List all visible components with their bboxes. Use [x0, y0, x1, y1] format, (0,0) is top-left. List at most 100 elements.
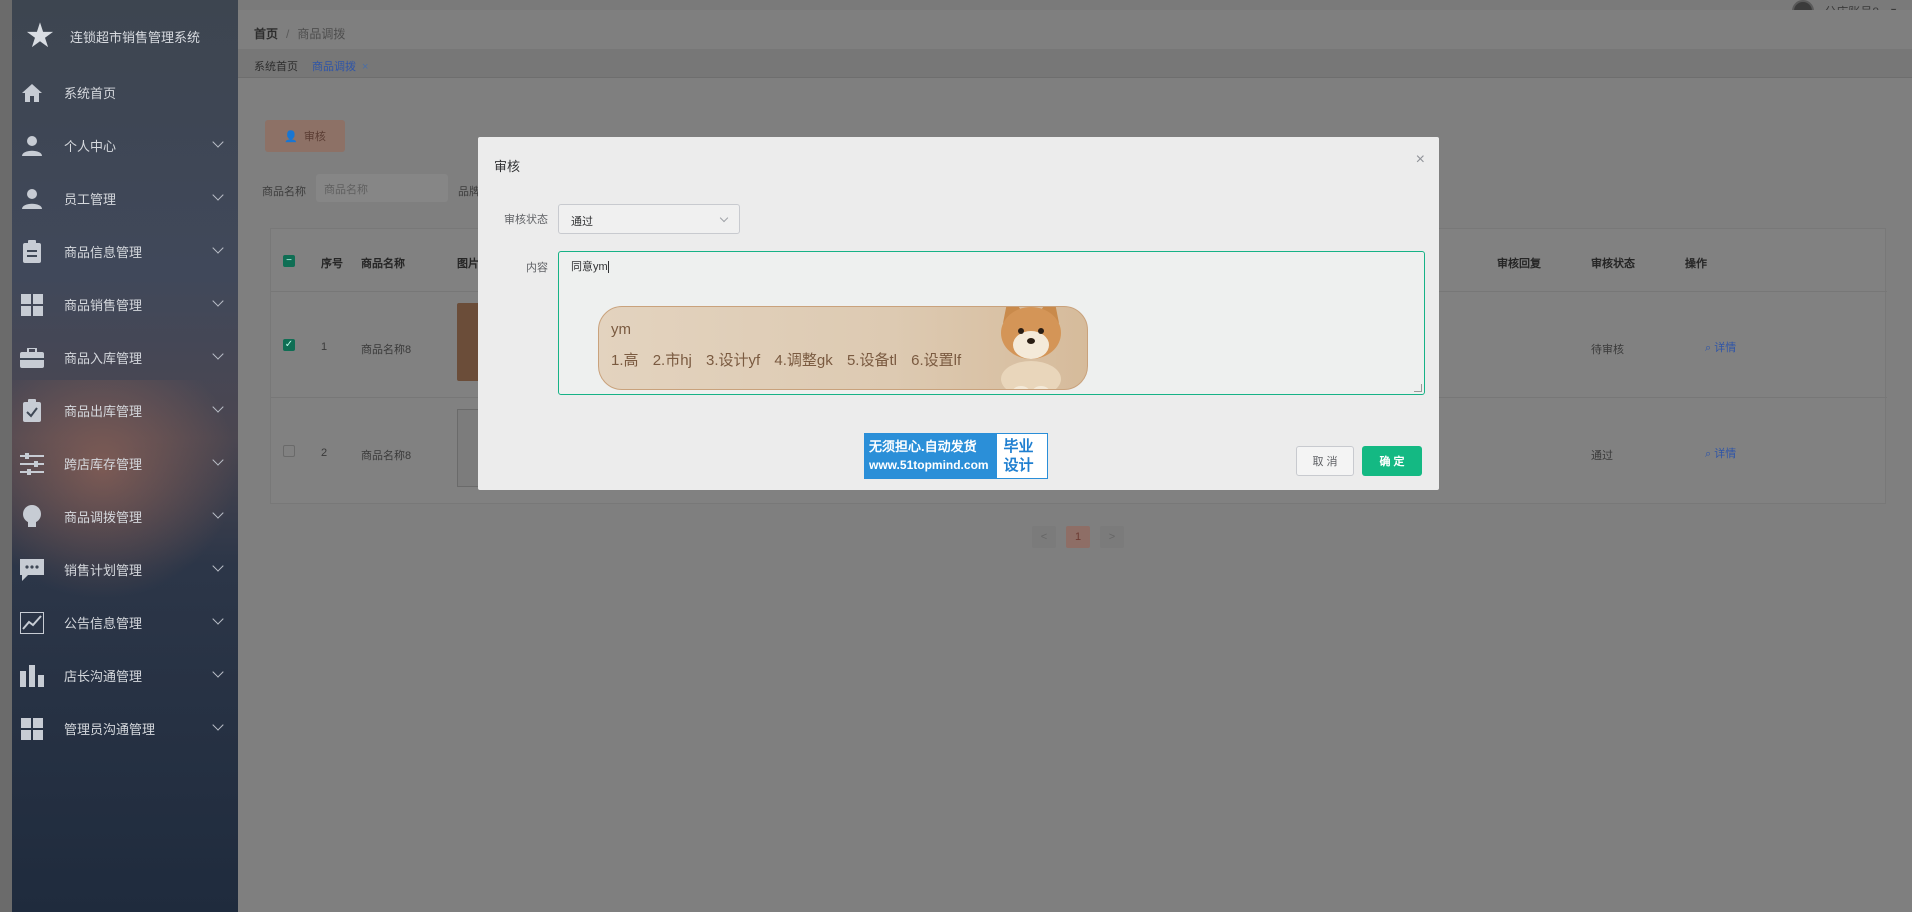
watermark-banner: 无须担心.自动发货 www.51topmind.com 毕业 设计: [864, 433, 1048, 479]
sidebar-item-cross-store-stock[interactable]: 跨店库存管理: [12, 437, 238, 490]
home-icon: [20, 81, 44, 105]
row-index: 1: [321, 341, 328, 353]
chevron-down-icon: [212, 295, 224, 307]
sidebar-item-transfer[interactable]: 商品调拨管理: [12, 490, 238, 543]
search-name-input[interactable]: 商品名称: [316, 174, 448, 202]
sidebar-item-admin-comm[interactable]: 管理员沟通管理: [12, 702, 238, 755]
trend-icon: [20, 611, 44, 635]
ime-candidate[interactable]: 1.高: [611, 352, 639, 369]
brand: ★ 连锁超市销售管理系统: [20, 14, 200, 58]
close-icon[interactable]: ×: [1416, 151, 1425, 169]
sidebar-item-sales-plan[interactable]: 销售计划管理: [12, 543, 238, 596]
sidebar-item-stock-in[interactable]: 商品入库管理: [12, 331, 238, 384]
tag-current-label: 商品调拨: [312, 61, 356, 73]
sidebar-item-personal-center[interactable]: 个人中心: [12, 119, 238, 172]
chevron-down-icon: [212, 454, 224, 466]
banner-right-line1: 毕业: [1003, 438, 1034, 455]
row-name: 商品名称8: [361, 344, 412, 356]
person-icon: 👤: [284, 130, 298, 143]
chevron-down-icon: [212, 666, 224, 678]
sidebar-item-label: 店长沟通管理: [64, 669, 143, 684]
audit-button-label: 审核: [303, 131, 326, 143]
banner-line1: 无须担心.自动发货: [869, 439, 977, 454]
cancel-button[interactable]: 取 消: [1296, 446, 1354, 476]
header-index: 序号: [321, 258, 343, 270]
resize-handle[interactable]: [1414, 384, 1422, 392]
row-checkbox[interactable]: ✓: [283, 339, 295, 351]
sidebar-item-announcement[interactable]: 公告信息管理: [12, 596, 238, 649]
pagination-prev[interactable]: <: [1032, 526, 1056, 548]
window-left-edge: [0, 0, 12, 912]
pagination-next[interactable]: >: [1100, 526, 1124, 548]
sidebar-item-label: 公告信息管理: [64, 616, 143, 631]
select-all-checkbox[interactable]: −: [283, 255, 295, 267]
ime-candidate[interactable]: 3.设计yf: [706, 352, 760, 369]
clipboard-check-icon: [20, 398, 44, 423]
chevron-down-icon: [212, 189, 224, 201]
detail-link[interactable]: ⌕ 详情: [1705, 445, 1736, 461]
sidebar-item-staff[interactable]: 员工管理: [12, 172, 238, 225]
sidebar-item-product-info[interactable]: 商品信息管理: [12, 225, 238, 278]
header-status: 审核状态: [1591, 258, 1635, 270]
tag-home[interactable]: 系统首页: [254, 58, 298, 74]
content-label: 内容: [526, 262, 548, 274]
chat-icon: [20, 558, 44, 582]
sidebar-item-product-sales[interactable]: 商品销售管理: [12, 278, 238, 331]
sidebar-item-label: 商品信息管理: [64, 245, 143, 260]
header-action: 操作: [1685, 258, 1707, 270]
ime-candidate[interactable]: 4.调整gk: [774, 352, 832, 369]
ime-candidate[interactable]: 6.设置lf: [911, 352, 961, 369]
person-icon: [20, 134, 44, 158]
app-title: 连锁超市销售管理系统: [70, 29, 201, 45]
sidebar-item-label: 系统首页: [64, 86, 117, 101]
status-select[interactable]: 通过: [558, 204, 740, 234]
person-icon: [20, 187, 44, 211]
detail-link-label: 详情: [1714, 448, 1737, 460]
sidebar-item-label: 销售计划管理: [64, 563, 143, 578]
ime-candidate[interactable]: 2.市hj: [653, 352, 692, 369]
sidebar-item-label: 跨店库存管理: [64, 457, 143, 472]
chevron-down-icon: [212, 719, 224, 731]
pagination-page-1[interactable]: 1: [1066, 526, 1090, 548]
content-text: 同意ym: [571, 261, 608, 273]
tag-current[interactable]: 商品调拨 ×: [312, 58, 368, 74]
sidebar-item-label: 管理员沟通管理: [64, 722, 156, 737]
breadcrumb-home[interactable]: 首页: [254, 27, 278, 41]
text-cursor: [607, 261, 609, 273]
topbar: 首页 / 商品调拨: [238, 10, 1912, 50]
banner-line2: www.51topmind.com: [869, 458, 989, 472]
sidebar-item-label: 商品入库管理: [64, 351, 143, 366]
chevron-down-icon: [212, 136, 224, 148]
sidebar-item-stock-out[interactable]: 商品出库管理: [12, 384, 238, 437]
dialog-title: 审核: [494, 159, 521, 174]
top-strip: [238, 0, 1912, 10]
search-name-label: 商品名称: [262, 186, 306, 198]
ime-candidate[interactable]: 5.设备tl: [847, 352, 897, 369]
breadcrumb-separator: /: [286, 27, 290, 41]
sidebar-item-label: 商品出库管理: [64, 404, 143, 419]
audit-button[interactable]: 👤 审核: [265, 120, 345, 152]
close-icon[interactable]: ×: [362, 61, 368, 73]
sidebar-item-manager-comm[interactable]: 店长沟通管理: [12, 649, 238, 702]
status-label: 审核状态: [504, 214, 548, 226]
banner-left: 无须担心.自动发货 www.51topmind.com: [865, 434, 998, 478]
grid-icon: [20, 717, 44, 741]
chevron-down-icon: [212, 560, 224, 572]
status-select-value: 通过: [571, 216, 593, 228]
sidebar-item-label: 商品调拨管理: [64, 510, 143, 525]
sidebar-item-home[interactable]: 系统首页: [12, 66, 238, 119]
chevron-down-icon: [212, 242, 224, 254]
row-checkbox[interactable]: [283, 445, 295, 457]
shiba-dog-illustration: [1001, 307, 1061, 389]
confirm-button[interactable]: 确 定: [1362, 446, 1422, 476]
header-name: 商品名称: [361, 258, 405, 270]
sidebar-menu: 系统首页 个人中心 员工管理 商品信息管理 商品销售管理 商品入库管理 商品出库…: [12, 66, 238, 755]
chevron-down-icon: [212, 507, 224, 519]
row-index: 2: [321, 447, 328, 459]
sidebar-item-label: 商品销售管理: [64, 298, 143, 313]
banner-right: 毕业 设计: [997, 434, 1047, 478]
bulb-icon: [20, 504, 44, 529]
sidebar-item-label: 个人中心: [64, 139, 117, 154]
detail-link[interactable]: ⌕ 详情: [1705, 339, 1736, 355]
briefcase-icon: [20, 346, 44, 370]
